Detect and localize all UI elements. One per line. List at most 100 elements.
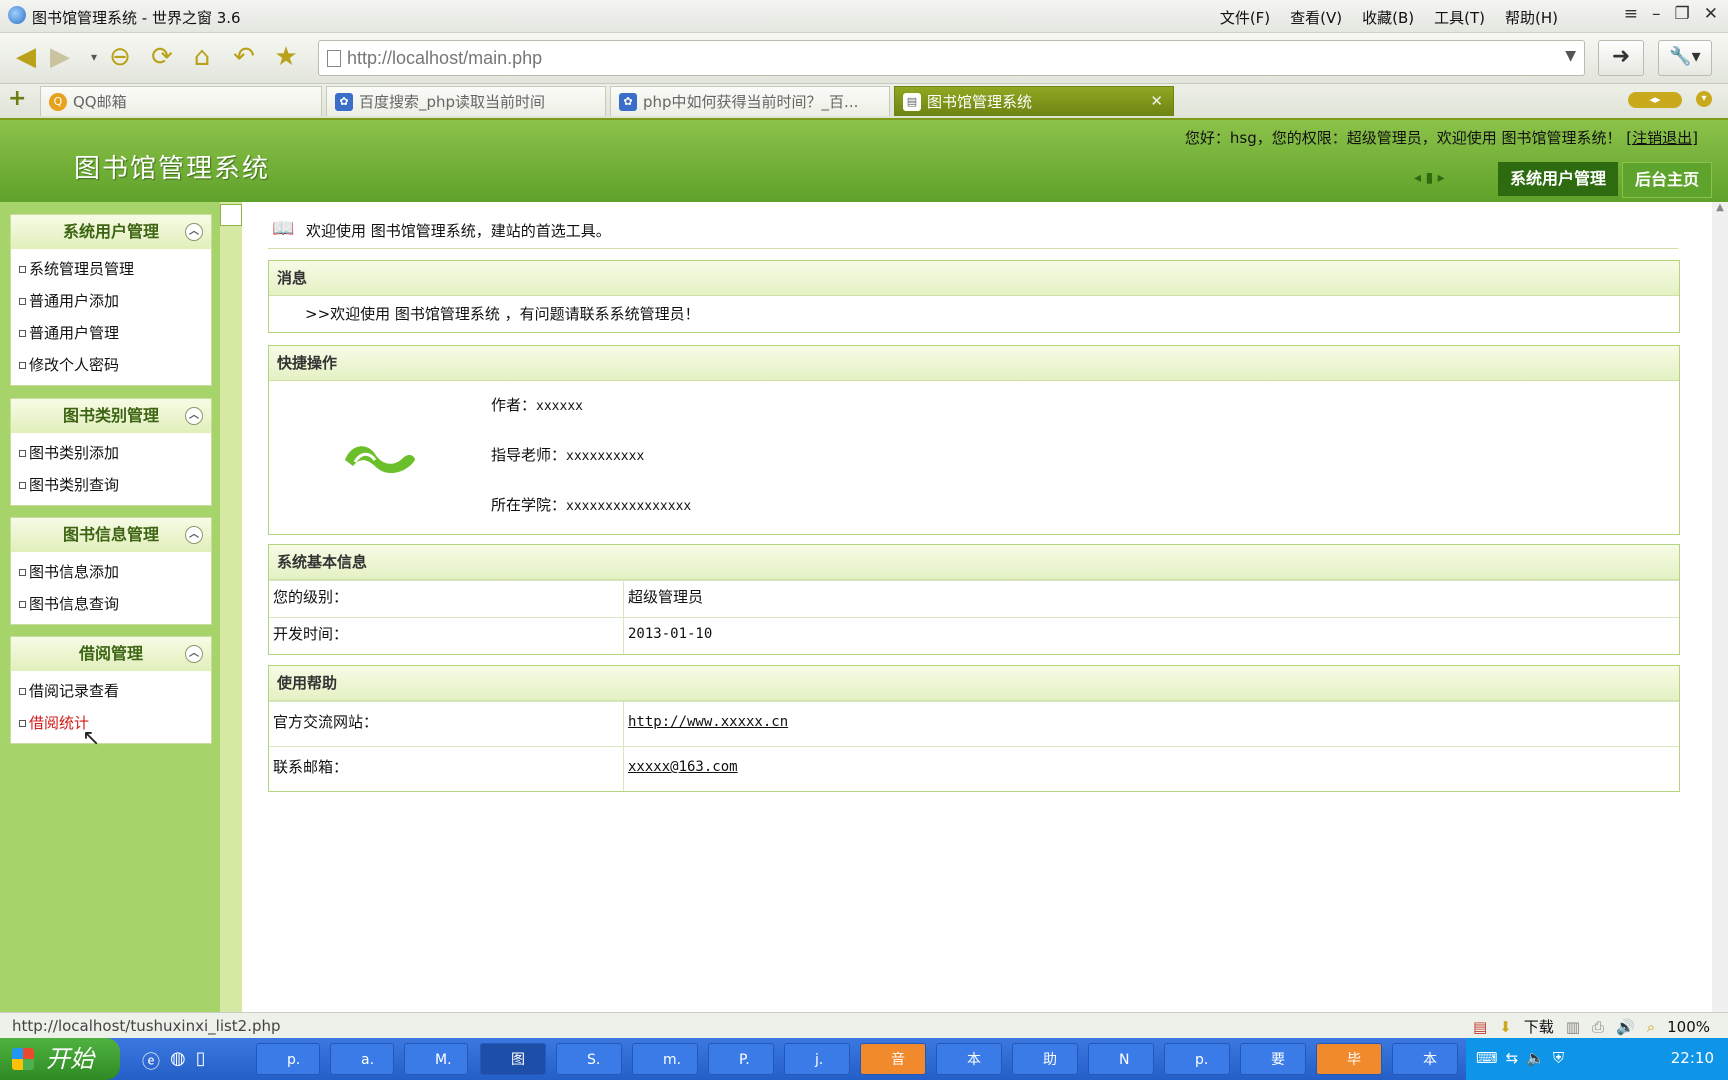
author-row: 作者：xxxxxx [491,394,583,415]
taskbar-button[interactable]: 本 [936,1043,1002,1075]
taskbar-button[interactable]: S. [556,1043,622,1075]
ie-icon[interactable]: ⓔ [142,1048,160,1074]
go-button[interactable]: ➜ [1598,40,1644,76]
collapse-icon[interactable]: ︿ [185,526,203,544]
taskbar-button[interactable]: 本 [1392,1043,1458,1075]
taskbar-button[interactable]: 要 [1240,1043,1306,1075]
forward-icon[interactable]: ▶ [44,41,76,73]
taskbar-button[interactable]: j. [784,1043,850,1075]
sidebar-item-add-category[interactable]: 图书类别添加 [11,437,211,469]
address-bar[interactable]: http://localhost/main.php ▼ [318,40,1585,76]
zoom-level[interactable]: 100% [1667,1018,1710,1036]
download-label[interactable]: 下载 [1524,1016,1554,1037]
menu-help[interactable]: 帮助(H) [1505,7,1558,28]
sidebar-item-add-book[interactable]: 图书信息添加 [11,556,211,588]
taskbar-button[interactable]: N [1088,1043,1154,1075]
browser-globe-icon[interactable]: ◍ [170,1048,186,1074]
volume-icon[interactable]: 🔊 [1616,1018,1635,1036]
sidebar-scrollbar[interactable] [220,202,243,1012]
minimize-icon[interactable]: – [1652,4,1661,24]
tab-qqmail[interactable]: Q QQ邮箱 [40,86,322,116]
taskbar-button[interactable]: P. [708,1043,774,1075]
taskbar-button[interactable]: a. [330,1043,394,1075]
stop-icon[interactable]: ⊖ [104,41,136,73]
desktop-icon[interactable]: ▯ [196,1048,206,1074]
sidebar-item-borrow-stats[interactable]: 借阅统计 [11,707,211,739]
tab-close-icon[interactable]: ✕ [1150,92,1163,110]
scroll-up-icon[interactable]: ▲ [1712,202,1728,213]
tab-admin-home[interactable]: 后台主页 [1621,162,1712,198]
sidebar-group-title[interactable]: 借阅管理 ︿ [11,637,211,671]
restore-icon[interactable]: ❐ [1675,4,1690,24]
official-site-link[interactable]: http://www.xxxxx.cn [628,714,788,730]
tab-system-user-mgmt[interactable]: 系统用户管理 [1497,162,1618,196]
menu-view[interactable]: 查看(V) [1290,7,1342,28]
clipboard-icon[interactable]: ▥ [1566,1018,1580,1036]
download-icon[interactable]: ⬇ [1499,1018,1512,1036]
printer-icon[interactable]: ⎙ [1592,1018,1604,1036]
main-scrollbar[interactable]: ▲ [1712,202,1728,1012]
tools-wrench-icon[interactable]: 🔧▾ [1658,40,1712,76]
security-icon[interactable]: ⛨ [1553,1049,1564,1067]
zoom-icon[interactable]: ⌕ [1647,1018,1655,1036]
address-url[interactable]: http://localhost/main.php [347,48,542,69]
refresh-icon[interactable]: ⟳ [146,41,178,73]
group-title-text: 系统用户管理 [62,222,159,241]
new-tab-icon[interactable]: + [8,86,26,111]
taskbar-button[interactable]: p. [256,1043,320,1075]
network-icon[interactable]: ⇆ [1506,1049,1519,1067]
panel-title: 消息 [269,261,1679,296]
taskbar-button[interactable]: m. [632,1043,698,1075]
collapse-icon[interactable]: ︿ [185,223,203,241]
menu-tools[interactable]: 工具(T) [1434,7,1485,28]
scroll-thumb[interactable] [220,204,242,226]
undo-icon[interactable]: ↶ [228,41,260,73]
sidebar-group-title[interactable]: 图书类别管理 ︿ [11,399,211,433]
keyboard-icon[interactable]: ⌨ [1476,1049,1498,1067]
tab-library-system[interactable]: ▤ 图书馆管理系统 ✕ [894,86,1174,116]
tab-baidu-search[interactable]: ✿ 百度搜索_php读取当前时间 [326,86,606,116]
email-link[interactable]: xxxxx@163.com [628,759,738,775]
sidebar-item-change-password[interactable]: 修改个人密码 [11,349,211,381]
logout-link[interactable]: [注销退出] [1626,129,1698,147]
menu-favorites[interactable]: 收藏(B) [1362,7,1414,28]
home-icon[interactable]: ⌂ [186,41,218,73]
close-icon[interactable]: ✕ [1704,4,1718,24]
back-icon[interactable]: ◀ [10,41,42,73]
tab-php-time[interactable]: ✿ php中如何获得当前时间？_百... [610,86,890,116]
header-tab-arrows-icon[interactable]: ◂ ▮ ▸ [1414,170,1445,186]
tab-scroll-icon[interactable]: ◂▸ [1628,92,1682,108]
options-icon[interactable]: ≡ [1624,4,1638,24]
status-bar: http://localhost/tushuxinxi_list2.php ▤ … [0,1012,1728,1039]
taskbar-button[interactable]: M. [404,1043,468,1075]
sidebar-item-admin-mgmt[interactable]: 系统管理员管理 [11,253,211,285]
sidebar-group-title[interactable]: 系统用户管理 ︿ [11,215,211,249]
table-row: 开发时间： 2013-01-10 [269,617,1679,654]
taskbar-button[interactable]: 音 [860,1043,926,1075]
volume-icon[interactable]: 🔈 [1526,1049,1545,1067]
collapse-icon[interactable]: ︿ [185,407,203,425]
table-row: 联系邮箱： xxxxx@163.com [269,746,1679,791]
sidebar-group-title[interactable]: 图书信息管理 ︿ [11,518,211,552]
taskbar-button[interactable]: 助 [1012,1043,1078,1075]
sidebar-item-query-book[interactable]: 图书信息查询 [11,588,211,620]
taskbar-button[interactable]: 图 [480,1043,546,1075]
menu-file[interactable]: 文件(F) [1220,7,1270,28]
sidebar-item-user-mgmt[interactable]: 普通用户管理 [11,317,211,349]
tab-list-icon[interactable]: ▾ [1696,91,1712,107]
notes-icon[interactable]: ▤ [1473,1018,1487,1036]
sidebar-item-add-user[interactable]: 普通用户添加 [11,285,211,317]
taskbar-button[interactable]: p. [1164,1043,1230,1075]
group-title-text: 借阅管理 [78,644,143,663]
address-dropdown-icon[interactable]: ▼ [1565,48,1576,64]
collapse-icon[interactable]: ︿ [185,645,203,663]
header-tabs: 系统用户管理 后台主页 [1497,162,1712,198]
sidebar-item-borrow-records[interactable]: 借阅记录查看 [11,675,211,707]
menu-bar: 文件(F) 查看(V) 收藏(B) 工具(T) 帮助(H) [1220,7,1558,28]
favorite-star-icon[interactable]: ★ [270,41,302,73]
greeting-text: 您好：hsg，您的权限：超级管理员，欢迎使用 图书馆管理系统！ [1184,129,1622,147]
sidebar-item-query-category[interactable]: 图书类别查询 [11,469,211,501]
system-info-panel: 系统基本信息 您的级别： 超级管理员 开发时间： 2013-01-10 [268,544,1680,655]
sidebar-group-borrow: 借阅管理 ︿ 借阅记录查看 借阅统计 [10,636,212,744]
taskbar-button[interactable]: 毕 [1316,1043,1382,1075]
